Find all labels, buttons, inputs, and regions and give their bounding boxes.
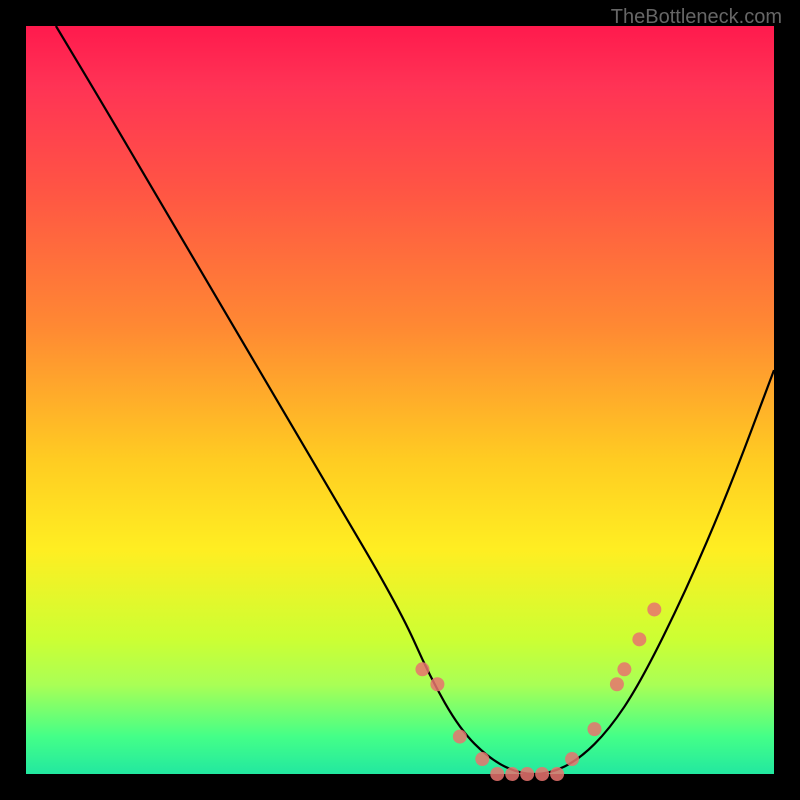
highlight-dot bbox=[535, 767, 549, 781]
highlight-dot bbox=[520, 767, 534, 781]
highlight-dot bbox=[587, 722, 601, 736]
bottleneck-curve bbox=[56, 26, 774, 774]
highlight-dot bbox=[415, 662, 429, 676]
highlight-dot bbox=[490, 767, 504, 781]
highlight-dot bbox=[430, 677, 444, 691]
highlight-dot bbox=[632, 632, 646, 646]
watermark-text: TheBottleneck.com bbox=[611, 6, 782, 29]
highlight-dot bbox=[565, 752, 579, 766]
highlight-dot bbox=[647, 602, 661, 616]
highlight-dot bbox=[610, 677, 624, 691]
highlight-dot bbox=[453, 730, 467, 744]
highlight-dot bbox=[550, 767, 564, 781]
highlight-dots-group bbox=[415, 602, 661, 781]
highlight-dot bbox=[617, 662, 631, 676]
highlight-dot bbox=[505, 767, 519, 781]
highlight-dot bbox=[475, 752, 489, 766]
chart-svg bbox=[26, 26, 774, 774]
